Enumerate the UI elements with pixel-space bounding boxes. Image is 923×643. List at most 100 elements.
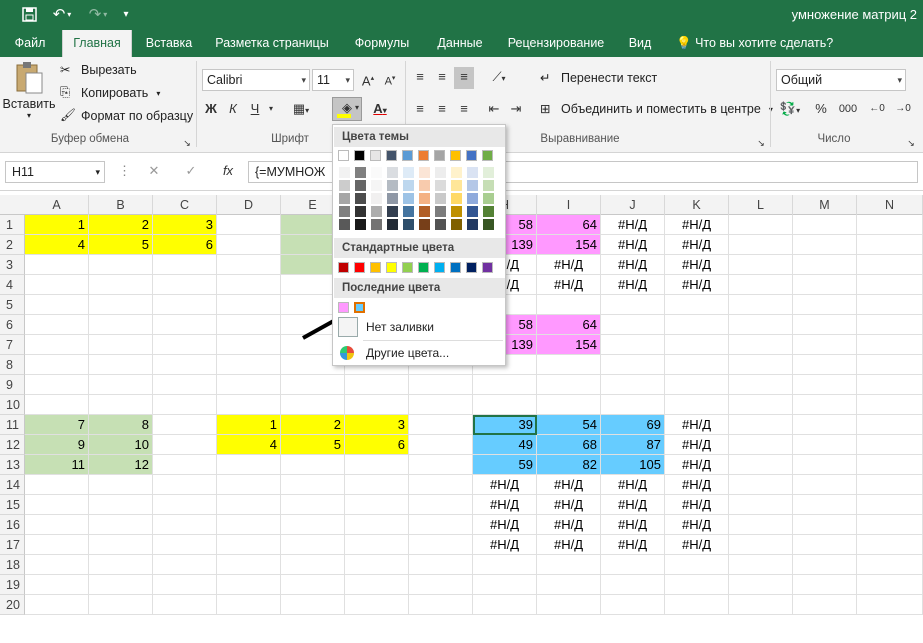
redo-icon[interactable]: ↷ ▾ bbox=[84, 3, 112, 25]
currency-icon[interactable]: 💱▾ bbox=[778, 99, 802, 121]
theme-shade-swatch[interactable] bbox=[419, 167, 430, 178]
format-painter-button[interactable]: 🖌 Формат по образцу bbox=[60, 108, 193, 124]
fill-color-button[interactable]: ◈ ▾ bbox=[332, 97, 362, 121]
theme-color-swatch[interactable] bbox=[386, 150, 397, 161]
theme-shade-swatch[interactable] bbox=[467, 206, 478, 217]
decrease-decimal-icon[interactable]: →0 bbox=[892, 99, 914, 121]
theme-shade-swatch[interactable] bbox=[435, 193, 446, 204]
save-icon[interactable] bbox=[18, 3, 40, 25]
align-top-icon[interactable]: ≡ bbox=[410, 67, 430, 89]
tab-review[interactable]: Рецензирование bbox=[500, 30, 612, 57]
number-format-select[interactable]: Общий ▾ bbox=[776, 69, 906, 91]
theme-color-swatch[interactable] bbox=[354, 150, 365, 161]
theme-shade-swatch[interactable] bbox=[371, 180, 382, 191]
cut-button[interactable]: ✂ Вырезать bbox=[60, 62, 137, 78]
theme-shade-swatch[interactable] bbox=[339, 206, 350, 217]
enter-icon[interactable]: ✓ bbox=[180, 161, 202, 183]
launcher-icon[interactable]: ↘ bbox=[904, 133, 918, 155]
theme-color-swatch[interactable] bbox=[418, 150, 429, 161]
align-middle-icon[interactable]: ≡ bbox=[432, 67, 452, 89]
theme-color-swatch[interactable] bbox=[370, 150, 381, 161]
name-box[interactable]: H11 ▾ bbox=[5, 161, 105, 183]
tab-file[interactable]: Файл bbox=[4, 30, 56, 57]
standard-color-swatch[interactable] bbox=[370, 262, 381, 273]
standard-color-swatch[interactable] bbox=[466, 262, 477, 273]
tab-formulas[interactable]: Формулы bbox=[345, 30, 419, 57]
wrap-text-button[interactable]: ↵ Перенести текст bbox=[540, 70, 657, 86]
merge-center-button[interactable]: ⊞Объединить и поместить в центре▾ bbox=[540, 101, 773, 117]
theme-shade-swatch[interactable] bbox=[355, 167, 366, 178]
theme-shade-swatch[interactable] bbox=[483, 167, 494, 178]
theme-shade-swatch[interactable] bbox=[483, 219, 494, 230]
recent-color-swatch[interactable] bbox=[338, 302, 349, 313]
standard-color-swatch[interactable] bbox=[418, 262, 429, 273]
theme-shade-swatch[interactable] bbox=[435, 219, 446, 230]
theme-shade-swatch[interactable] bbox=[355, 206, 366, 217]
theme-shade-swatch[interactable] bbox=[355, 219, 366, 230]
align-right-icon[interactable]: ≡ bbox=[454, 99, 474, 121]
align-left-icon[interactable]: ≡ bbox=[410, 99, 430, 121]
theme-shade-swatch[interactable] bbox=[419, 180, 430, 191]
font-name-select[interactable]: Calibri ▾ bbox=[202, 69, 310, 91]
theme-shade-swatch[interactable] bbox=[435, 206, 446, 217]
undo-icon[interactable]: ↶ ▾ bbox=[48, 3, 76, 25]
theme-shade-swatch[interactable] bbox=[451, 206, 462, 217]
align-bottom-icon[interactable]: ≡ bbox=[454, 67, 474, 89]
theme-shade-swatch[interactable] bbox=[339, 193, 350, 204]
tab-view[interactable]: Вид bbox=[620, 30, 660, 57]
launcher-icon[interactable]: ↘ bbox=[754, 133, 768, 155]
theme-shade-swatch[interactable] bbox=[355, 193, 366, 204]
more-colors-item[interactable]: Другие цвета... bbox=[334, 341, 505, 365]
theme-shade-swatch[interactable] bbox=[435, 167, 446, 178]
font-size-select[interactable]: 11 ▾ bbox=[312, 69, 354, 91]
italic-button[interactable]: К bbox=[224, 99, 242, 121]
theme-shade-swatch[interactable] bbox=[467, 193, 478, 204]
theme-shade-swatch[interactable] bbox=[387, 219, 398, 230]
theme-shade-swatch[interactable] bbox=[371, 167, 382, 178]
theme-shade-swatch[interactable] bbox=[355, 180, 366, 191]
font-color-icon[interactable]: A▾ bbox=[366, 99, 394, 121]
theme-color-swatch[interactable] bbox=[450, 150, 461, 161]
theme-shade-swatch[interactable] bbox=[371, 219, 382, 230]
decrease-indent-icon[interactable]: ⇤ bbox=[484, 99, 504, 121]
tab-insert[interactable]: Вставка bbox=[138, 30, 200, 57]
standard-color-swatch[interactable] bbox=[434, 262, 445, 273]
thousands-button[interactable]: 000 bbox=[834, 99, 862, 121]
tab-page-layout[interactable]: Разметка страницы bbox=[210, 30, 334, 57]
percent-button[interactable]: % bbox=[812, 99, 830, 121]
theme-shade-swatch[interactable] bbox=[483, 193, 494, 204]
customize-icon[interactable]: ▾ bbox=[118, 3, 134, 25]
theme-shade-swatch[interactable] bbox=[371, 206, 382, 217]
theme-color-swatch[interactable] bbox=[466, 150, 477, 161]
theme-shade-swatch[interactable] bbox=[403, 193, 414, 204]
standard-color-swatch[interactable] bbox=[386, 262, 397, 273]
theme-shade-swatch[interactable] bbox=[467, 167, 478, 178]
bold-button[interactable]: Ж bbox=[202, 99, 220, 121]
theme-shade-swatch[interactable] bbox=[387, 193, 398, 204]
theme-color-swatch[interactable] bbox=[338, 150, 349, 161]
tell-me[interactable]: 💡 Что вы хотите сделать? bbox=[676, 30, 836, 57]
theme-shade-swatch[interactable] bbox=[387, 180, 398, 191]
theme-shade-swatch[interactable] bbox=[403, 180, 414, 191]
theme-shade-swatch[interactable] bbox=[403, 206, 414, 217]
standard-color-swatch[interactable] bbox=[450, 262, 461, 273]
theme-shade-swatch[interactable] bbox=[483, 180, 494, 191]
theme-shade-swatch[interactable] bbox=[339, 167, 350, 178]
theme-shade-swatch[interactable] bbox=[419, 193, 430, 204]
theme-shade-swatch[interactable] bbox=[339, 219, 350, 230]
copy-button[interactable]: ⎘ Копировать ▾ bbox=[60, 85, 160, 101]
theme-shade-swatch[interactable] bbox=[403, 219, 414, 230]
underline-dropdown-icon[interactable]: ▾ bbox=[266, 99, 276, 121]
standard-color-swatch[interactable] bbox=[338, 262, 349, 273]
align-center-icon[interactable]: ≡ bbox=[432, 99, 452, 121]
theme-shade-swatch[interactable] bbox=[387, 206, 398, 217]
tab-home[interactable]: Главная bbox=[62, 30, 132, 57]
theme-shade-swatch[interactable] bbox=[483, 206, 494, 217]
theme-shade-swatch[interactable] bbox=[451, 219, 462, 230]
theme-shade-swatch[interactable] bbox=[451, 167, 462, 178]
theme-shade-swatch[interactable] bbox=[371, 193, 382, 204]
theme-shade-swatch[interactable] bbox=[451, 180, 462, 191]
theme-color-swatch[interactable] bbox=[434, 150, 445, 161]
theme-shade-swatch[interactable] bbox=[467, 219, 478, 230]
increase-decimal-icon[interactable]: ←0 bbox=[866, 99, 888, 121]
